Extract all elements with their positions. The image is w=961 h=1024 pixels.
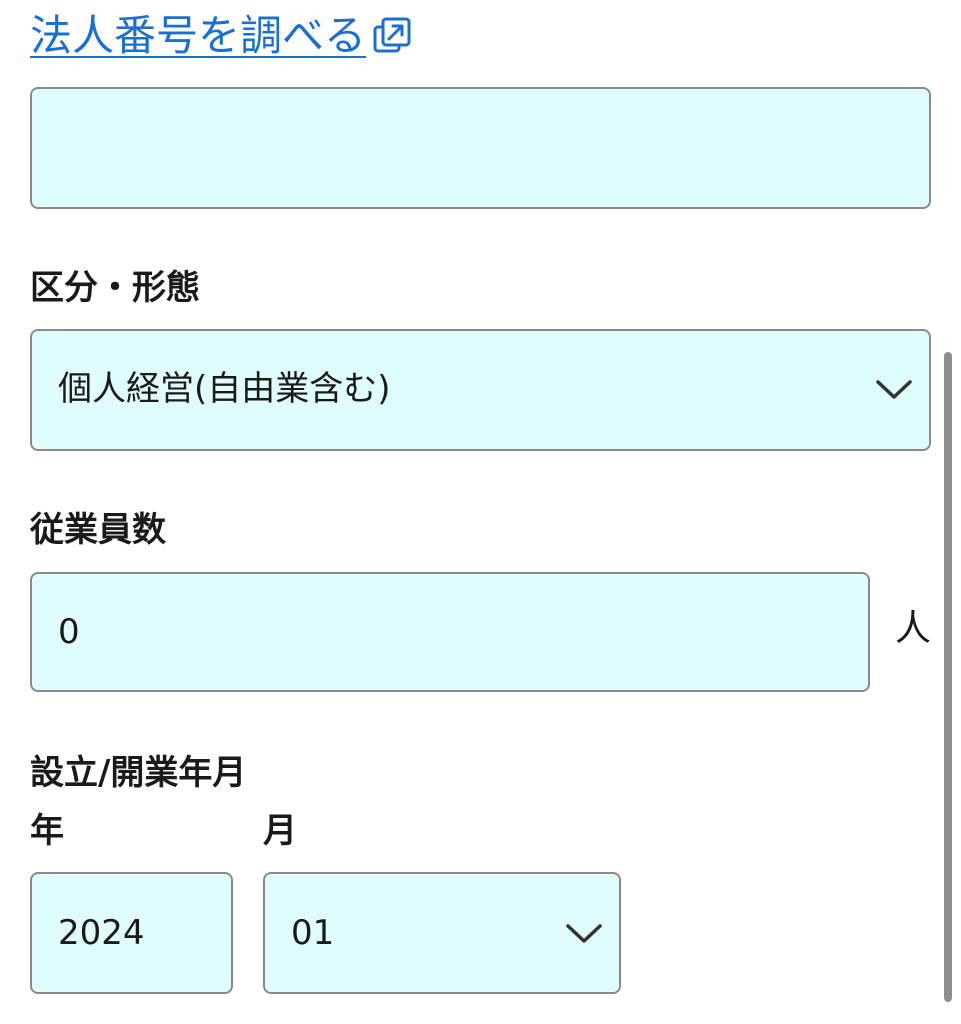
founded-month-selected-value: 01 [291, 913, 335, 953]
founded-year-value: 2024 [58, 913, 145, 953]
employees-value: 0 [58, 612, 80, 652]
founded-month-label: 月 [263, 811, 297, 851]
scrollbar[interactable] [944, 352, 952, 1002]
external-link-icon [373, 17, 411, 53]
chevron-down-icon [876, 380, 912, 399]
employees-input[interactable]: 0 [30, 572, 870, 692]
employees-unit: 人 [895, 608, 932, 649]
founded-year-label: 年 [30, 811, 64, 851]
founded-month-select[interactable]: 01 [263, 872, 621, 994]
business-type-select[interactable]: 個人経営(自由業含む) [30, 329, 931, 451]
corporate-number-input[interactable] [30, 87, 931, 209]
business-type-selected-value: 個人経営(自由業含む) [58, 369, 391, 409]
founded-label: 設立/開業年月 [30, 753, 247, 793]
business-type-label: 区分・形態 [30, 268, 200, 308]
corporate-number-lookup-label: 法人番号を調べる [30, 11, 367, 60]
employees-label: 従業員数 [30, 510, 166, 550]
founded-year-input[interactable]: 2024 [30, 872, 233, 994]
chevron-down-icon [566, 924, 602, 943]
company-info-form: 法人番号を調べる 区分・形態 個人経営(自由業含む) 従業員数 0 人 設立/開… [0, 0, 961, 1024]
corporate-number-lookup-link[interactable]: 法人番号を調べる [30, 4, 414, 68]
